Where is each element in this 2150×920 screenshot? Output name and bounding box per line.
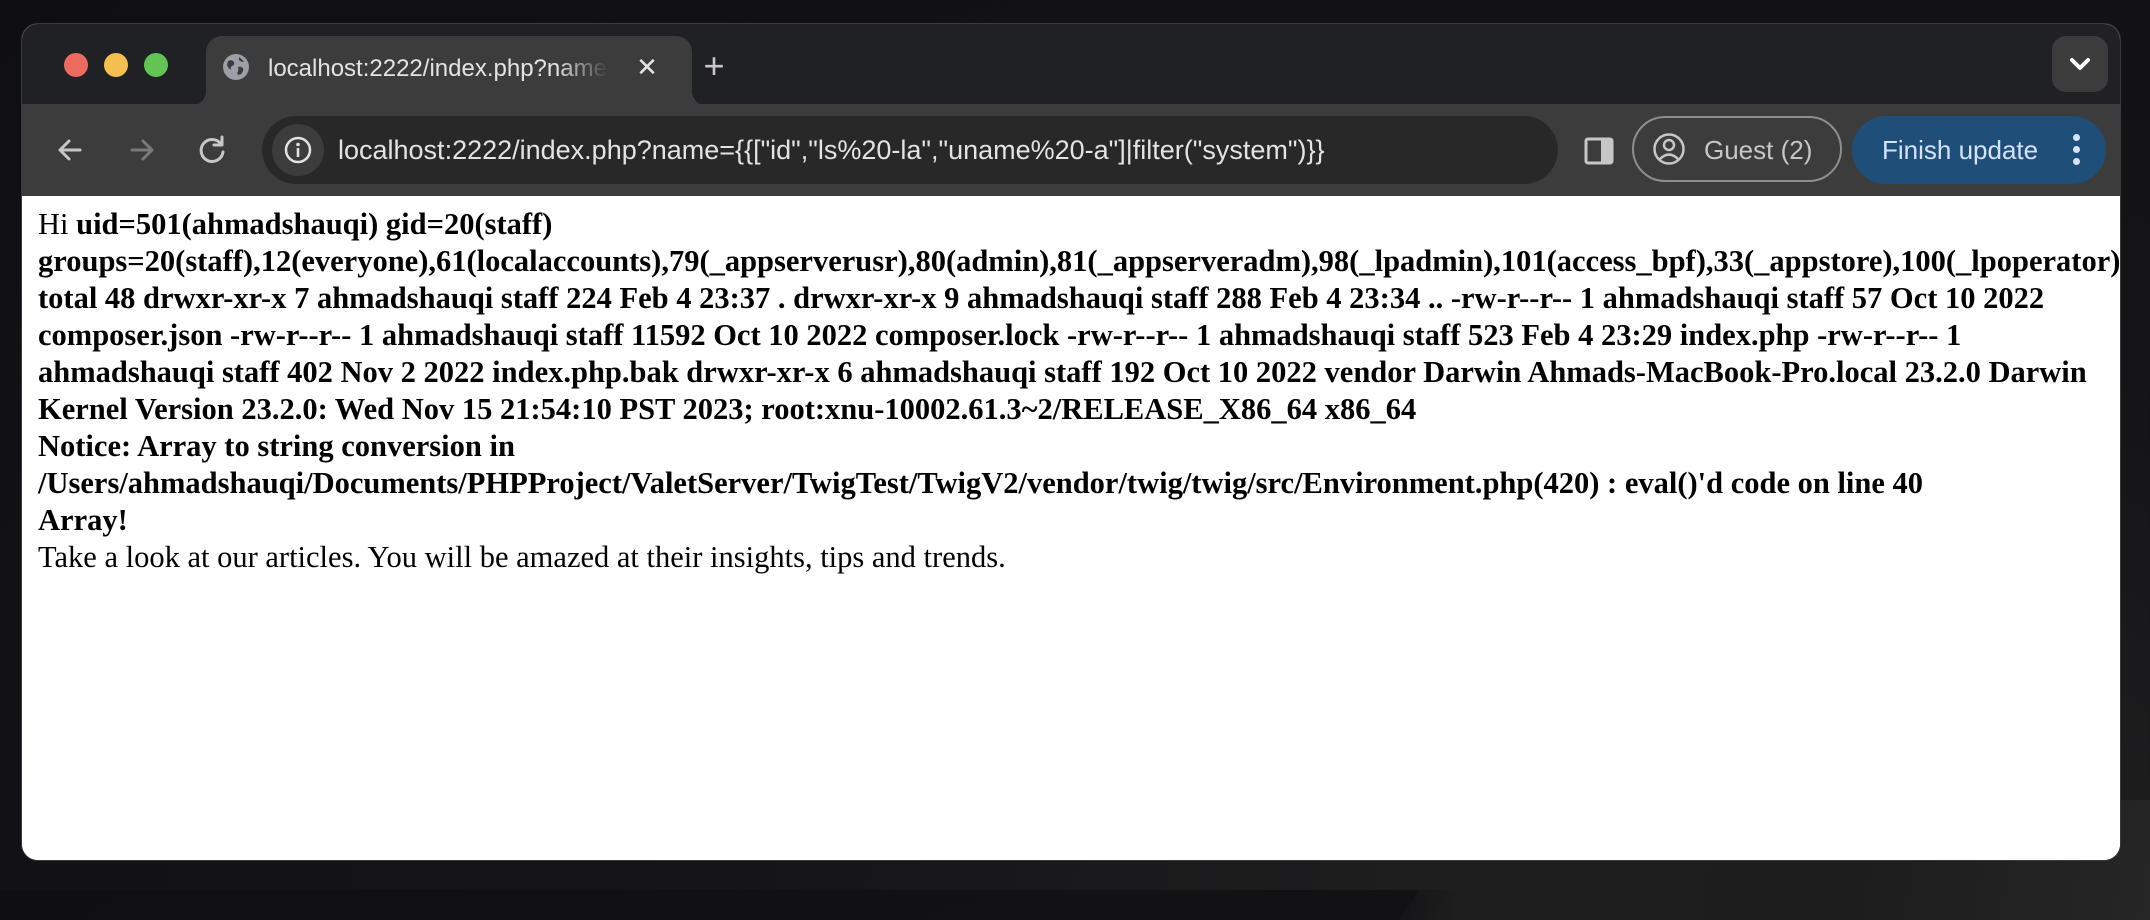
page-body: Hi uid=501(ahmadshauqi) gid=20(staff) gr… (38, 206, 2120, 576)
info-icon (284, 136, 312, 164)
notice-line1: Notice: Array to string conversion in (38, 429, 515, 463)
forward-button[interactable] (122, 130, 162, 170)
finish-update-button[interactable]: Finish update (1852, 116, 2106, 184)
chevron-down-icon (2070, 58, 2090, 70)
tab-title: localhost:2222/index.php?name={{["id","l… (268, 55, 608, 82)
back-button[interactable] (50, 130, 90, 170)
browser-window: localhost:2222/index.php?name={{["id","l… (22, 24, 2120, 860)
site-info-button[interactable] (272, 124, 324, 176)
more-vert-icon[interactable] (2068, 132, 2084, 168)
side-panel-button[interactable] (1582, 134, 1616, 168)
url-input[interactable]: localhost:2222/index.php?name={{["id","l… (338, 132, 1324, 168)
array-output: Array! (38, 503, 128, 537)
side-panel-icon (1584, 137, 1614, 165)
tab-search-button[interactable] (2052, 36, 2108, 92)
globe-icon (223, 54, 249, 80)
arrow-right-icon (130, 139, 154, 161)
arrow-left-icon (58, 139, 82, 161)
greeting-line: Hi uid=501(ahmadshauqi) gid=20(staff) (38, 206, 2120, 243)
browser-tab-active[interactable]: localhost:2222/index.php?name={{["id","l… (190, 36, 708, 106)
command-output: total 48 drwxr-xr-x 7 ahmadshauqi staff … (38, 281, 2087, 426)
address-bar[interactable]: localhost:2222/index.php?name={{["id","l… (262, 116, 1558, 184)
reload-button[interactable] (192, 130, 232, 170)
id-output-line1: uid=501(ahmadshauqi) gid=20(staff) (76, 207, 553, 241)
close-tab-button[interactable]: ✕ (632, 52, 662, 82)
person-circle-icon (1653, 133, 1685, 165)
finish-update-label: Finish update (1882, 135, 2039, 165)
notice-line2: /Users/ahmadshauqi/Documents/PHPProject/… (38, 466, 1924, 500)
new-tab-button[interactable]: + (694, 46, 734, 86)
browser-toolbar: localhost:2222/index.php?name={{["id","l… (22, 104, 2120, 196)
maximize-window-button[interactable] (144, 53, 168, 77)
profile-label: Guest (2) (1704, 135, 1813, 165)
reload-icon (199, 135, 225, 163)
close-window-button[interactable] (64, 53, 88, 77)
profile-button[interactable]: Guest (2) (1632, 116, 1842, 182)
greeting-prefix: Hi (38, 207, 77, 241)
minimize-window-button[interactable] (104, 53, 128, 77)
footer-text: Take a look at our articles. You will be… (38, 540, 1006, 574)
id-output-groups: groups=20(staff),12(everyone),61(localac… (38, 244, 2120, 278)
tab-strip: localhost:2222/index.php?name={{["id","l… (22, 24, 2120, 106)
page-content: Hi uid=501(ahmadshauqi) gid=20(staff) gr… (22, 196, 2120, 860)
